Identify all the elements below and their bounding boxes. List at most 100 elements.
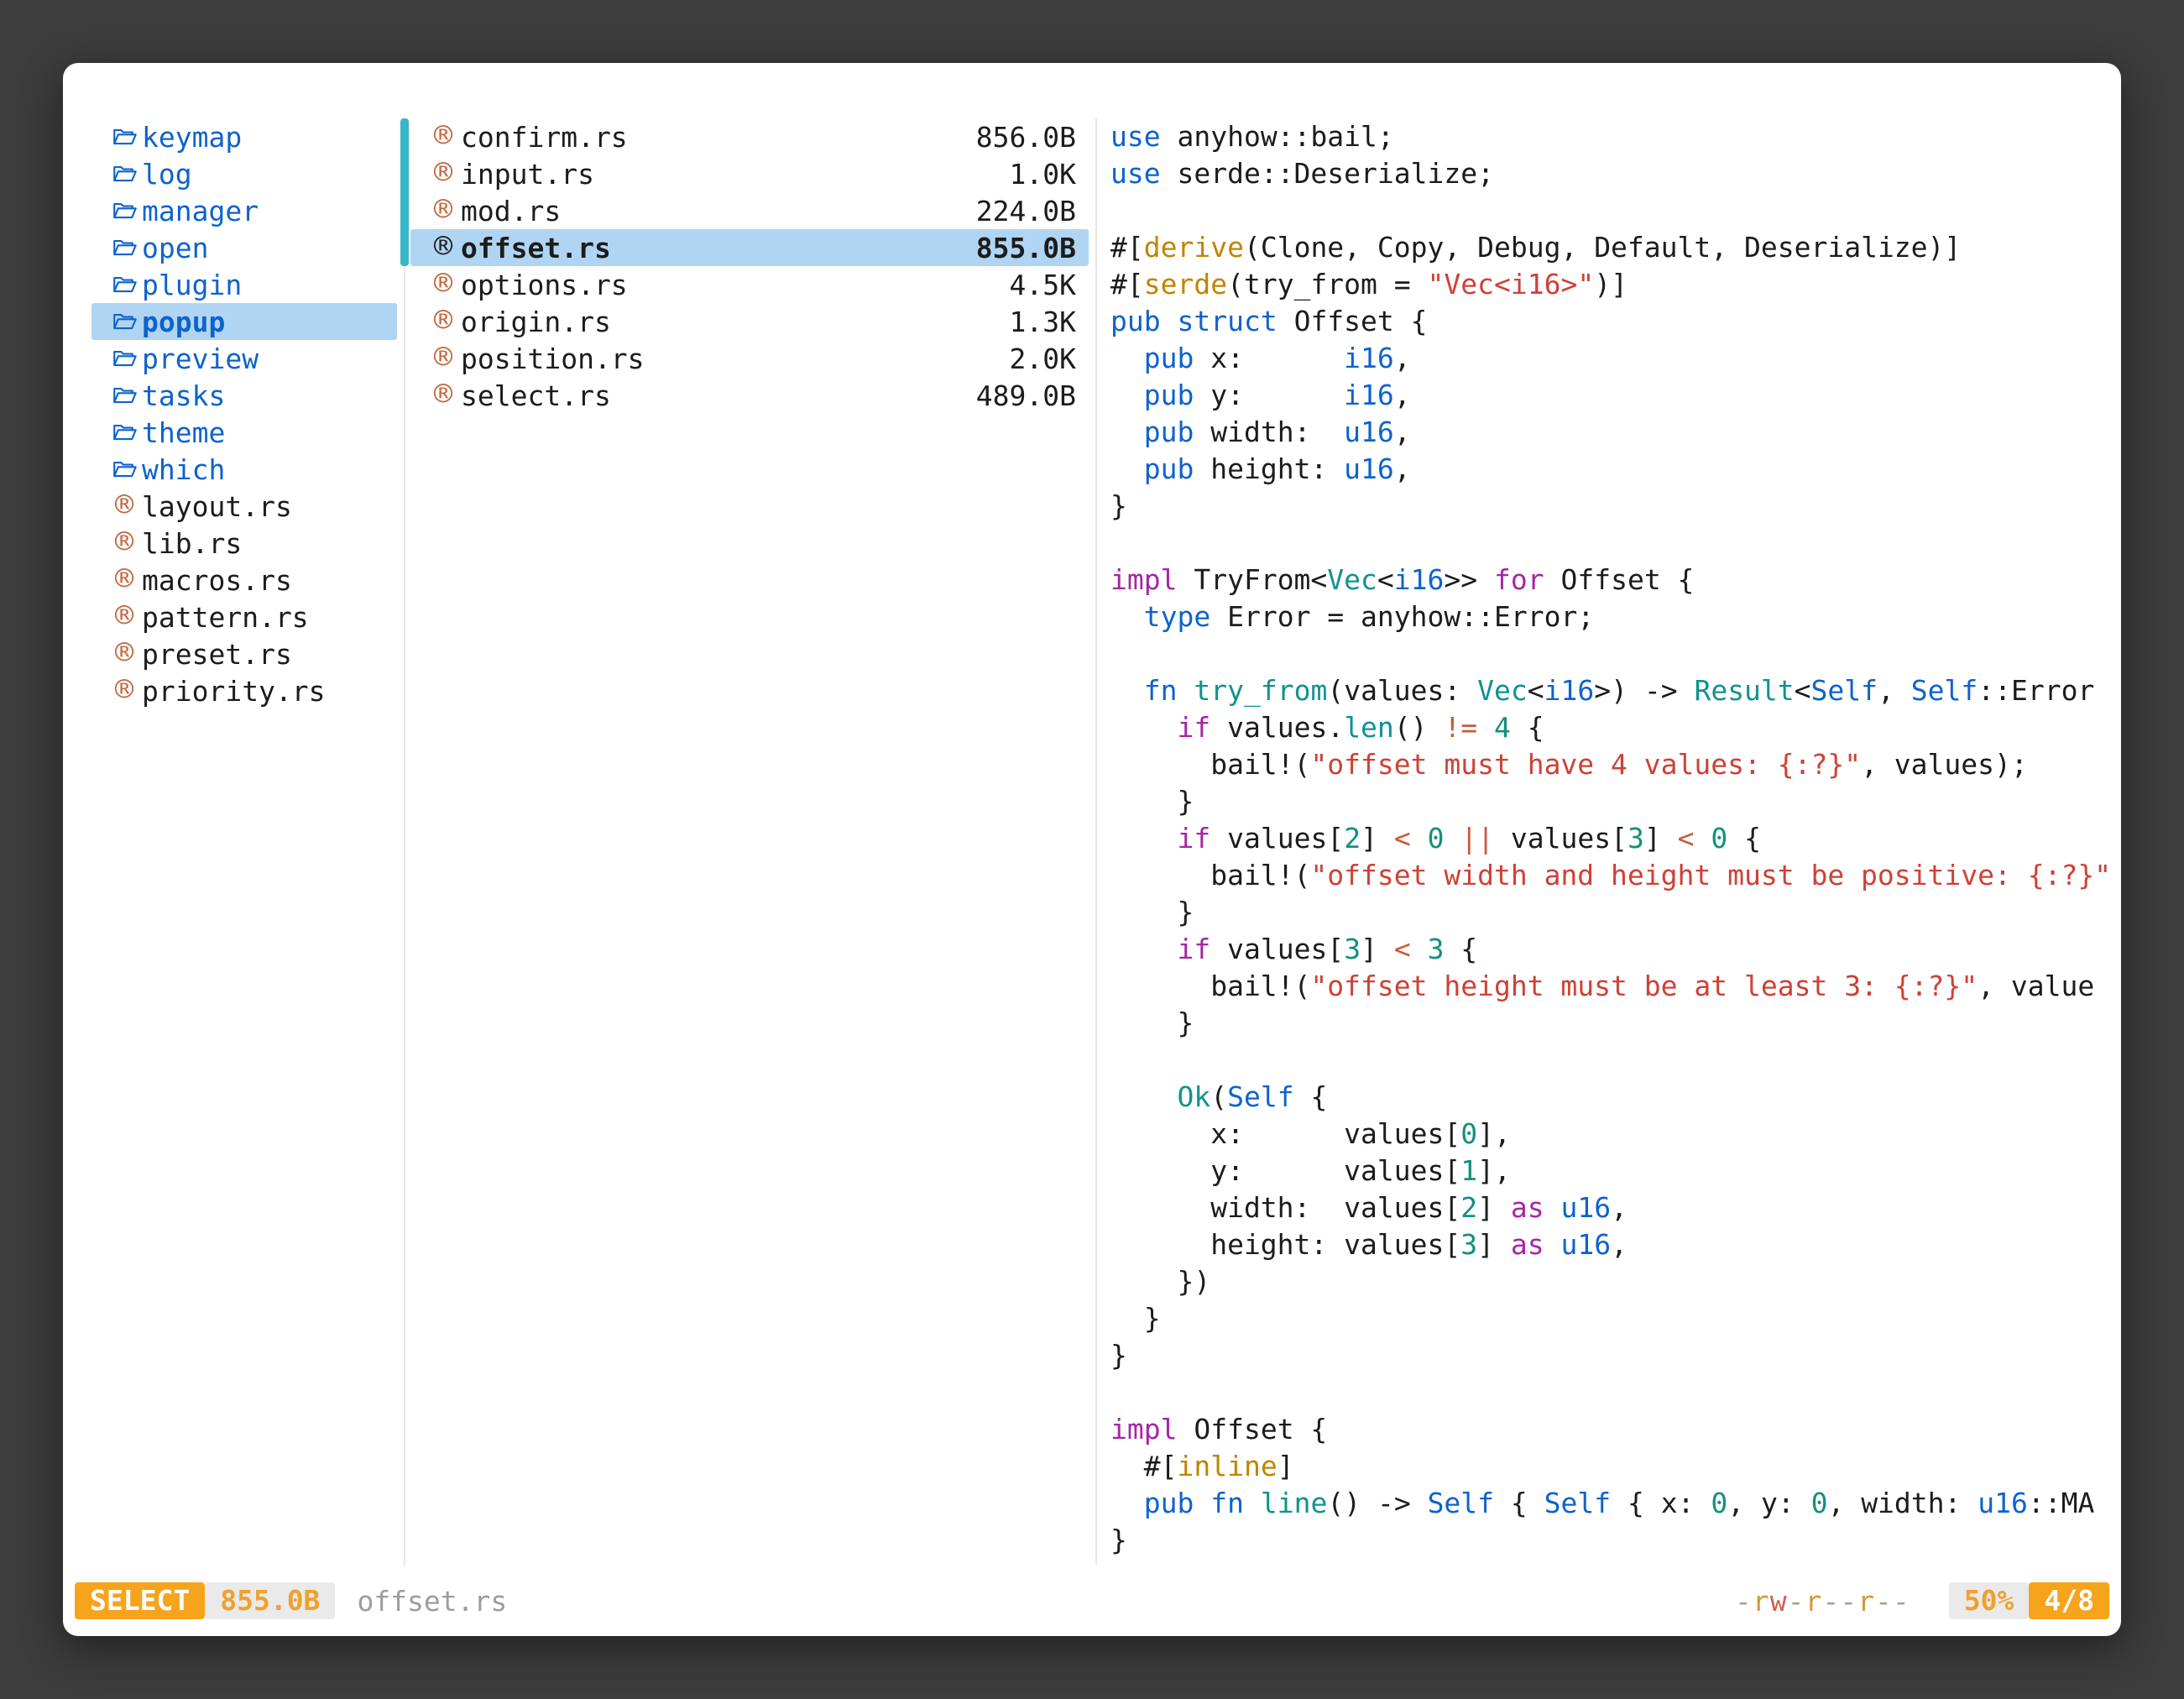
code-line: } (1110, 1300, 2121, 1337)
folder-open-icon (107, 309, 142, 334)
code-line: type Error = anyhow::Error; (1110, 599, 2121, 635)
file-size: 2.0K (1010, 342, 1076, 375)
folder-open-icon (107, 383, 142, 408)
code-line: #[inline] (1110, 1448, 2121, 1485)
code-line: bail!("offset width and height must be p… (1110, 857, 2121, 894)
file-name: confirm.rs (461, 121, 628, 154)
code-line: } (1110, 488, 2121, 525)
sidebar-item-plugin[interactable]: plugin (91, 266, 397, 303)
rust-crate-icon: ® (107, 489, 142, 520)
file-name: options.rs (461, 269, 628, 301)
sidebar-item-label: priority.rs (142, 675, 326, 708)
code-line: Ok(Self { (1110, 1079, 2121, 1116)
file-row-offset-rs[interactable]: ®offset.rs855.0B (410, 229, 1089, 266)
sidebar-item-open[interactable]: open (91, 229, 397, 266)
rust-crate-icon: ® (107, 600, 142, 631)
sidebar-item-keymap[interactable]: keymap (91, 118, 397, 155)
sidebar-item-lib-rs[interactable]: ®lib.rs (91, 525, 397, 562)
code-line (1110, 525, 2121, 562)
rust-crate-icon: ® (426, 268, 461, 299)
sidebar-item-manager[interactable]: manager (91, 192, 397, 229)
file-name: offset.rs (461, 232, 611, 264)
code-line: #[serde(try_from = "Vec<i16>")] (1110, 266, 2121, 303)
sidebar-item-log[interactable]: log (91, 155, 397, 192)
file-size: 4.5K (1010, 269, 1076, 301)
code-line: pub fn line() -> Self { Self { x: 0, y: … (1110, 1485, 2121, 1522)
sidebar-item-layout-rs[interactable]: ®layout.rs (91, 488, 397, 525)
file-row-mod-rs[interactable]: ®mod.rs 224.0B (410, 192, 1089, 229)
sidebar-item-label: layout.rs (142, 490, 292, 523)
rust-crate-icon: ® (107, 563, 142, 594)
code-line: y: values[1], (1110, 1153, 2121, 1189)
code-line: if values[3] < 3 { (1110, 931, 2121, 968)
mode-badge: SELECT (75, 1582, 205, 1619)
file-size: 856.0B (976, 121, 1076, 154)
sidebar-item-label: lib.rs (142, 527, 242, 560)
code-line: use serde::Deserialize; (1110, 155, 2121, 192)
sidebar-item-label: which (142, 453, 225, 486)
code-line: if values[2] < 0 || values[3] < 0 { (1110, 820, 2121, 857)
sidebar-item-macros-rs[interactable]: ®macros.rs (91, 562, 397, 599)
sidebar-item-label: open (142, 232, 208, 264)
cursor-position-badge: 4/8 (2029, 1582, 2109, 1619)
file-row-position-rs[interactable]: ®position.rs2.0K (410, 340, 1089, 377)
sidebar-item-priority-rs[interactable]: ®priority.rs (91, 672, 397, 709)
rust-crate-icon: ® (107, 674, 142, 705)
file-name: input.rs (461, 158, 594, 191)
parent-pane: keymaplogmanager open pluginpopuppreview ta… (63, 118, 404, 1566)
code-line: } (1110, 783, 2121, 820)
file-row-origin-rs[interactable]: ®origin.rs1.3K (410, 303, 1089, 340)
file-row-select-rs[interactable]: ®select.rs489.0B (410, 377, 1089, 414)
file-name: mod.rs (461, 195, 561, 227)
code-line: pub height: u16, (1110, 451, 2121, 488)
folder-open-icon (107, 198, 142, 223)
code-line: pub y: i16, (1110, 377, 2121, 414)
rust-crate-icon: ® (426, 194, 461, 225)
file-size: 489.0B (976, 379, 1076, 412)
sidebar-item-label: preview (142, 342, 259, 375)
sidebar-item-theme[interactable]: theme (91, 414, 397, 451)
rust-crate-icon: ® (426, 231, 461, 262)
status-filename: offset.rs (357, 1585, 507, 1618)
code-line: } (1110, 1005, 2121, 1042)
code-line (1110, 1374, 2121, 1411)
folder-open-icon (107, 124, 142, 149)
folder-open-icon (107, 161, 142, 186)
rust-crate-icon: ® (426, 305, 461, 336)
code-line (1110, 192, 2121, 229)
file-permissions: -rw-r--r-- (1735, 1585, 1910, 1618)
rust-crate-icon: ® (426, 120, 461, 151)
file-row-options-rs[interactable]: ®options.rs 4.5K (410, 266, 1089, 303)
folder-open-icon (107, 346, 142, 371)
panes-container: keymaplogmanager open pluginpopuppreview ta… (63, 63, 2121, 1566)
file-row-confirm-rs[interactable]: ®confirm.rs 856.0B (410, 118, 1089, 155)
status-bar-right: -rw-r--r-- 50% 4/8 (1735, 1582, 2109, 1619)
file-size: 224.0B (976, 195, 1076, 227)
code-line: }) (1110, 1263, 2121, 1300)
code-line: } (1110, 894, 2121, 931)
code-line: pub width: u16, (1110, 414, 2121, 451)
rust-crate-icon: ® (426, 157, 461, 188)
scroll-percent-badge: 50% (1949, 1582, 2030, 1619)
folder-open-icon (107, 457, 142, 482)
sidebar-item-label: manager (142, 195, 259, 227)
code-line: bail!("offset height must be at least 3:… (1110, 968, 2121, 1005)
code-line: bail!("offset must have 4 values: {:?}",… (1110, 746, 2121, 783)
file-name: position.rs (461, 342, 645, 375)
sidebar-item-popup[interactable]: popup (91, 303, 397, 340)
file-row-input-rs[interactable]: ®input.rs1.0K (410, 155, 1089, 192)
sidebar-item-which[interactable]: which (91, 451, 397, 488)
code-line: impl Offset { (1110, 1411, 2121, 1448)
sidebar-item-label: plugin (142, 269, 242, 301)
sidebar-item-pattern-rs[interactable]: ®pattern.rs (91, 599, 397, 635)
sidebar-item-label: tasks (142, 379, 225, 412)
sidebar-item-label: preset.rs (142, 638, 292, 671)
sidebar-item-preset-rs[interactable]: ®preset.rs (91, 635, 397, 672)
file-name: select.rs (461, 379, 611, 412)
preview-pane: use anyhow::bail;use serde::Deserialize;… (1097, 118, 2121, 1566)
code-line: fn try_from(values: Vec<i16>) -> Result<… (1110, 672, 2121, 709)
file-size-badge: 855.0B (205, 1582, 335, 1619)
code-line: use anyhow::bail; (1110, 118, 2121, 155)
sidebar-item-preview[interactable]: preview (91, 340, 397, 377)
sidebar-item-tasks[interactable]: tasks (91, 377, 397, 414)
